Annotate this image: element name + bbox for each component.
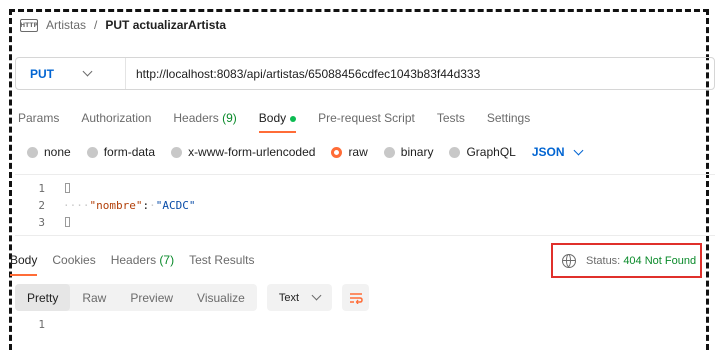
modified-dot-icon <box>290 115 297 122</box>
headers-count: (9) <box>222 111 237 125</box>
breadcrumb: HTTP Artistas / PUT actualizarArtista <box>20 16 226 34</box>
status-text: Status: 404 Not Found <box>586 255 696 267</box>
fold-marker-icon[interactable] <box>65 217 70 227</box>
radio-graphql-label: GraphQL <box>466 145 516 159</box>
tab-body[interactable]: Body <box>258 111 297 133</box>
url-input[interactable]: http://localhost:8083/api/artistas/65088… <box>126 67 480 81</box>
tab-headers[interactable]: Headers (9) <box>173 111 236 125</box>
view-mode-group: Pretty Raw Preview Visualize <box>15 284 257 311</box>
tab-test-results[interactable]: Test Results <box>189 253 254 267</box>
tab-cookies[interactable]: Cookies <box>52 253 95 267</box>
tab-params[interactable]: Params <box>18 111 59 125</box>
language-select[interactable]: JSON <box>531 145 583 159</box>
request-tabs: Params Authorization Headers (9) Body Pr… <box>18 108 552 133</box>
radio-none-label: none <box>44 145 71 159</box>
line-number: 2 <box>38 199 45 212</box>
response-line-number: 1 <box>38 318 45 331</box>
radio-binary[interactable]: binary <box>383 145 434 159</box>
radio-icon <box>27 146 38 158</box>
json-key: "nombre" <box>89 199 143 212</box>
chevron-down-icon <box>82 66 93 77</box>
tab-response-headers[interactable]: Headers (7) <box>111 253 174 267</box>
tab-prerequest-script[interactable]: Pre-request Script <box>318 111 415 125</box>
code-line: 2 ···· "nombre" : · "ACDC" <box>15 198 195 213</box>
tab-authorization[interactable]: Authorization <box>81 111 151 125</box>
radio-urlencoded-label: x-www-form-urlencoded <box>188 145 316 159</box>
radio-none[interactable]: none <box>27 145 71 159</box>
radio-raw[interactable]: raw <box>331 145 368 159</box>
method-label: PUT <box>30 66 54 81</box>
format-label: Text <box>278 291 300 304</box>
response-tabs: Body Cookies Headers (7) Test Results <box>10 251 269 276</box>
json-value: "ACDC" <box>155 199 196 212</box>
http-icon: HTTP <box>20 18 38 32</box>
radio-icon <box>449 146 461 158</box>
indent-whitespace: ···· <box>63 199 90 212</box>
radio-icon <box>171 146 183 158</box>
code-line: 1 <box>15 181 45 196</box>
body-editor[interactable]: 1 2 ···· "nombre" : · "ACDC" 3 <box>15 174 715 236</box>
body-type-selector: none form-data x-www-form-urlencoded raw… <box>27 143 583 161</box>
fold-marker-icon[interactable] <box>65 183 70 193</box>
view-visualize-button[interactable]: Visualize <box>185 284 257 311</box>
globe-icon[interactable] <box>562 253 576 268</box>
radio-icon <box>383 146 395 158</box>
request-url-bar: PUT http://localhost:8083/api/artistas/6… <box>15 57 715 90</box>
tab-response-body[interactable]: Body <box>10 253 38 276</box>
method-select[interactable]: PUT <box>16 58 126 89</box>
tab-headers-label: Headers <box>173 111 219 125</box>
response-headers-count: (7) <box>159 253 175 267</box>
status-label: Status: <box>586 254 621 267</box>
language-label: JSON <box>531 145 565 159</box>
radio-raw-label: raw <box>348 145 368 159</box>
radio-urlencoded[interactable]: x-www-form-urlencoded <box>171 145 315 159</box>
breadcrumb-separator: / <box>94 18 98 32</box>
radio-checked-icon <box>331 146 343 158</box>
radio-icon <box>86 146 98 158</box>
request-name[interactable]: PUT actualizarArtista <box>105 18 226 32</box>
radio-graphql[interactable]: GraphQL <box>449 145 516 159</box>
format-select[interactable]: Text <box>266 284 333 311</box>
breadcrumb-collection[interactable]: Artistas <box>46 18 86 32</box>
radio-form-data-label: form-data <box>103 145 156 159</box>
wrap-lines-icon <box>349 292 363 304</box>
tab-tests[interactable]: Tests <box>437 111 465 125</box>
view-preview-button[interactable]: Preview <box>118 284 185 311</box>
radio-binary-label: binary <box>400 145 434 159</box>
code-line: 3 <box>15 215 45 230</box>
response-view-bar: Pretty Raw Preview Visualize Text <box>15 284 370 311</box>
space-whitespace: · <box>149 199 156 212</box>
tab-settings[interactable]: Settings <box>487 111 530 125</box>
chevron-down-icon <box>311 290 322 301</box>
chevron-down-icon <box>573 145 583 155</box>
tab-response-headers-label: Headers <box>110 253 157 267</box>
line-number: 1 <box>38 182 45 195</box>
view-pretty-button[interactable]: Pretty <box>15 284 71 311</box>
view-raw-button[interactable]: Raw <box>70 284 118 311</box>
json-colon: : <box>142 199 150 212</box>
radio-form-data[interactable]: form-data <box>86 145 156 159</box>
tab-body-label: Body <box>258 111 287 125</box>
status-code[interactable]: 404 Not Found <box>623 255 696 267</box>
wrap-lines-button[interactable] <box>342 284 370 311</box>
line-number: 3 <box>38 216 45 229</box>
response-status: Status: 404 Not Found <box>551 243 702 278</box>
